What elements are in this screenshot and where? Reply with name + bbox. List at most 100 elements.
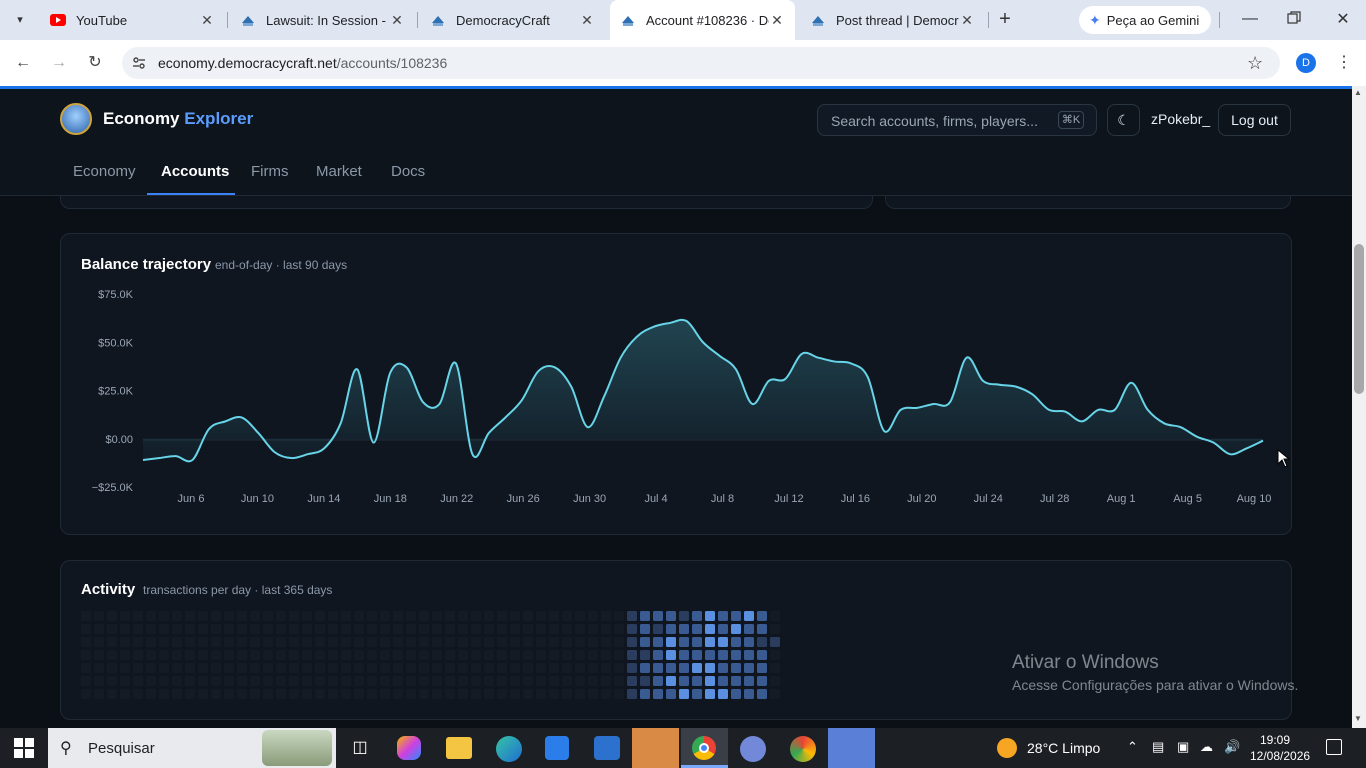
- nav-accounts[interactable]: Accounts: [161, 163, 229, 180]
- activity-cell: [237, 663, 247, 673]
- meet-icon[interactable]: ▣: [1177, 739, 1189, 755]
- activity-cell: [185, 676, 195, 686]
- activity-cell: [406, 689, 416, 699]
- activity-cell: [497, 676, 507, 686]
- discord-icon[interactable]: [740, 736, 766, 762]
- x-tick-label: Jul 28: [1040, 493, 1069, 505]
- activity-cell: [94, 611, 104, 621]
- activity-cell: [302, 624, 312, 634]
- scroll-down-icon[interactable]: ▼: [1354, 714, 1362, 723]
- activity-cell: [614, 650, 624, 660]
- activity-cell: [679, 624, 689, 634]
- clock[interactable]: 19:09 12/08/2026: [1250, 732, 1310, 764]
- tray-chevron-icon[interactable]: ⌃: [1127, 739, 1138, 755]
- close-icon[interactable]: ✕: [579, 12, 595, 29]
- file-explorer-icon[interactable]: [446, 737, 472, 759]
- activity-cell: [107, 650, 117, 660]
- close-icon[interactable]: ✕: [959, 12, 975, 29]
- activity-cell: [315, 689, 325, 699]
- activity-cell: [250, 663, 260, 673]
- activity-cell: [315, 663, 325, 673]
- outlook-icon[interactable]: [594, 736, 620, 760]
- restore-icon[interactable]: [1287, 11, 1305, 29]
- reload-icon[interactable]: ↻: [85, 53, 105, 73]
- tab-account-active[interactable]: Account #108236 · De ✕: [610, 0, 795, 40]
- activity-cell: [289, 650, 299, 660]
- activity-cell: [458, 689, 468, 699]
- taskbar-search-box[interactable]: ⚲ Pesquisar: [48, 728, 336, 768]
- gemini-button[interactable]: ✦ Peça ao Gemini: [1079, 6, 1211, 34]
- forward-icon[interactable]: →: [49, 53, 69, 73]
- activity-cell: [354, 650, 364, 660]
- nav-market[interactable]: Market: [316, 163, 362, 180]
- activity-cell: [666, 689, 676, 699]
- activity-cell: [354, 663, 364, 673]
- profile-avatar[interactable]: D: [1296, 53, 1316, 73]
- site-brand[interactable]: Economy Explorer: [103, 109, 253, 129]
- minimize-icon[interactable]: —: [1240, 10, 1260, 30]
- url-text[interactable]: economy.democracycraft.net/accounts/1082…: [158, 54, 447, 72]
- volume-icon[interactable]: 🔊: [1224, 739, 1240, 755]
- weather-text[interactable]: 28°C Limpo: [1027, 740, 1100, 756]
- windows-start-icon[interactable]: [14, 738, 34, 758]
- back-icon[interactable]: ←: [13, 53, 33, 73]
- activity-cell: [289, 676, 299, 686]
- nav-docs[interactable]: Docs: [391, 163, 425, 180]
- activity-cell: [341, 637, 351, 647]
- scrollbar-thumb[interactable]: [1354, 244, 1364, 394]
- task-view-icon[interactable]: ◫: [346, 734, 374, 762]
- site-info-icon[interactable]: [131, 55, 147, 71]
- tab-youtube[interactable]: YouTube ✕: [40, 6, 225, 34]
- scroll-up-icon[interactable]: ▲: [1354, 88, 1362, 97]
- tab-post-thread[interactable]: Post thread | Democra ✕: [800, 6, 985, 34]
- browser-app-icon[interactable]: [790, 736, 816, 762]
- activity-cell: [692, 624, 702, 634]
- cloud-icon[interactable]: ☁: [1200, 739, 1213, 755]
- cloudflare-warp-taskbar-button[interactable]: [632, 728, 679, 768]
- activity-cell: [302, 689, 312, 699]
- close-icon[interactable]: ✕: [389, 12, 405, 29]
- nav-economy[interactable]: Economy: [73, 163, 136, 180]
- activity-cell: [471, 637, 481, 647]
- activity-cell: [107, 663, 117, 673]
- search-box[interactable]: Search accounts, firms, players... ⌘K: [817, 104, 1097, 136]
- activity-cell: [640, 676, 650, 686]
- activity-cell: [692, 611, 702, 621]
- close-icon[interactable]: ✕: [199, 12, 215, 29]
- activity-cell: [562, 650, 572, 660]
- maps-taskbar-button[interactable]: [828, 728, 875, 768]
- username[interactable]: zPokebr_: [1151, 111, 1210, 127]
- activity-cell: [406, 624, 416, 634]
- network-icon[interactable]: ▤: [1152, 739, 1164, 755]
- activity-cell: [484, 637, 494, 647]
- notifications-icon[interactable]: [1326, 739, 1342, 755]
- bookmark-star-icon[interactable]: ☆: [1247, 53, 1263, 74]
- browser-menu-icon[interactable]: ⋮: [1336, 53, 1352, 73]
- activity-cell: [679, 650, 689, 660]
- activity-card-title: Activity: [81, 581, 136, 598]
- activity-cell: [94, 663, 104, 673]
- new-tab-icon[interactable]: +: [994, 8, 1016, 30]
- activity-cell: [705, 663, 715, 673]
- copilot-icon[interactable]: [397, 736, 421, 760]
- tab-democracycraft[interactable]: DemocracyCraft ✕: [420, 6, 605, 34]
- tab-search-icon[interactable]: ▾: [10, 10, 30, 30]
- activity-cell: [445, 676, 455, 686]
- logout-button[interactable]: Log out: [1218, 104, 1291, 136]
- scrollbar[interactable]: ▲ ▼: [1352, 86, 1366, 728]
- activity-cell: [458, 637, 468, 647]
- edge-icon[interactable]: [496, 736, 522, 762]
- tab-lawsuit[interactable]: Lawsuit: In Session - T ✕: [230, 6, 415, 34]
- activity-cell: [445, 624, 455, 634]
- democracycraft-logo[interactable]: [60, 103, 92, 135]
- chrome-taskbar-button[interactable]: [681, 728, 728, 768]
- activity-cell: [107, 624, 117, 634]
- activity-cell: [354, 624, 364, 634]
- store-icon[interactable]: [545, 736, 569, 760]
- activity-cell: [497, 624, 507, 634]
- nav-firms[interactable]: Firms: [251, 163, 289, 180]
- balance-chart: $75.0K $50.0K $25.0K $0.00 −$25.0K Jun 6 Jun 1…: [92, 289, 1272, 505]
- close-icon[interactable]: ✕: [769, 12, 785, 29]
- close-window-icon[interactable]: ✕: [1333, 10, 1353, 30]
- theme-toggle-button[interactable]: ☾: [1107, 104, 1140, 136]
